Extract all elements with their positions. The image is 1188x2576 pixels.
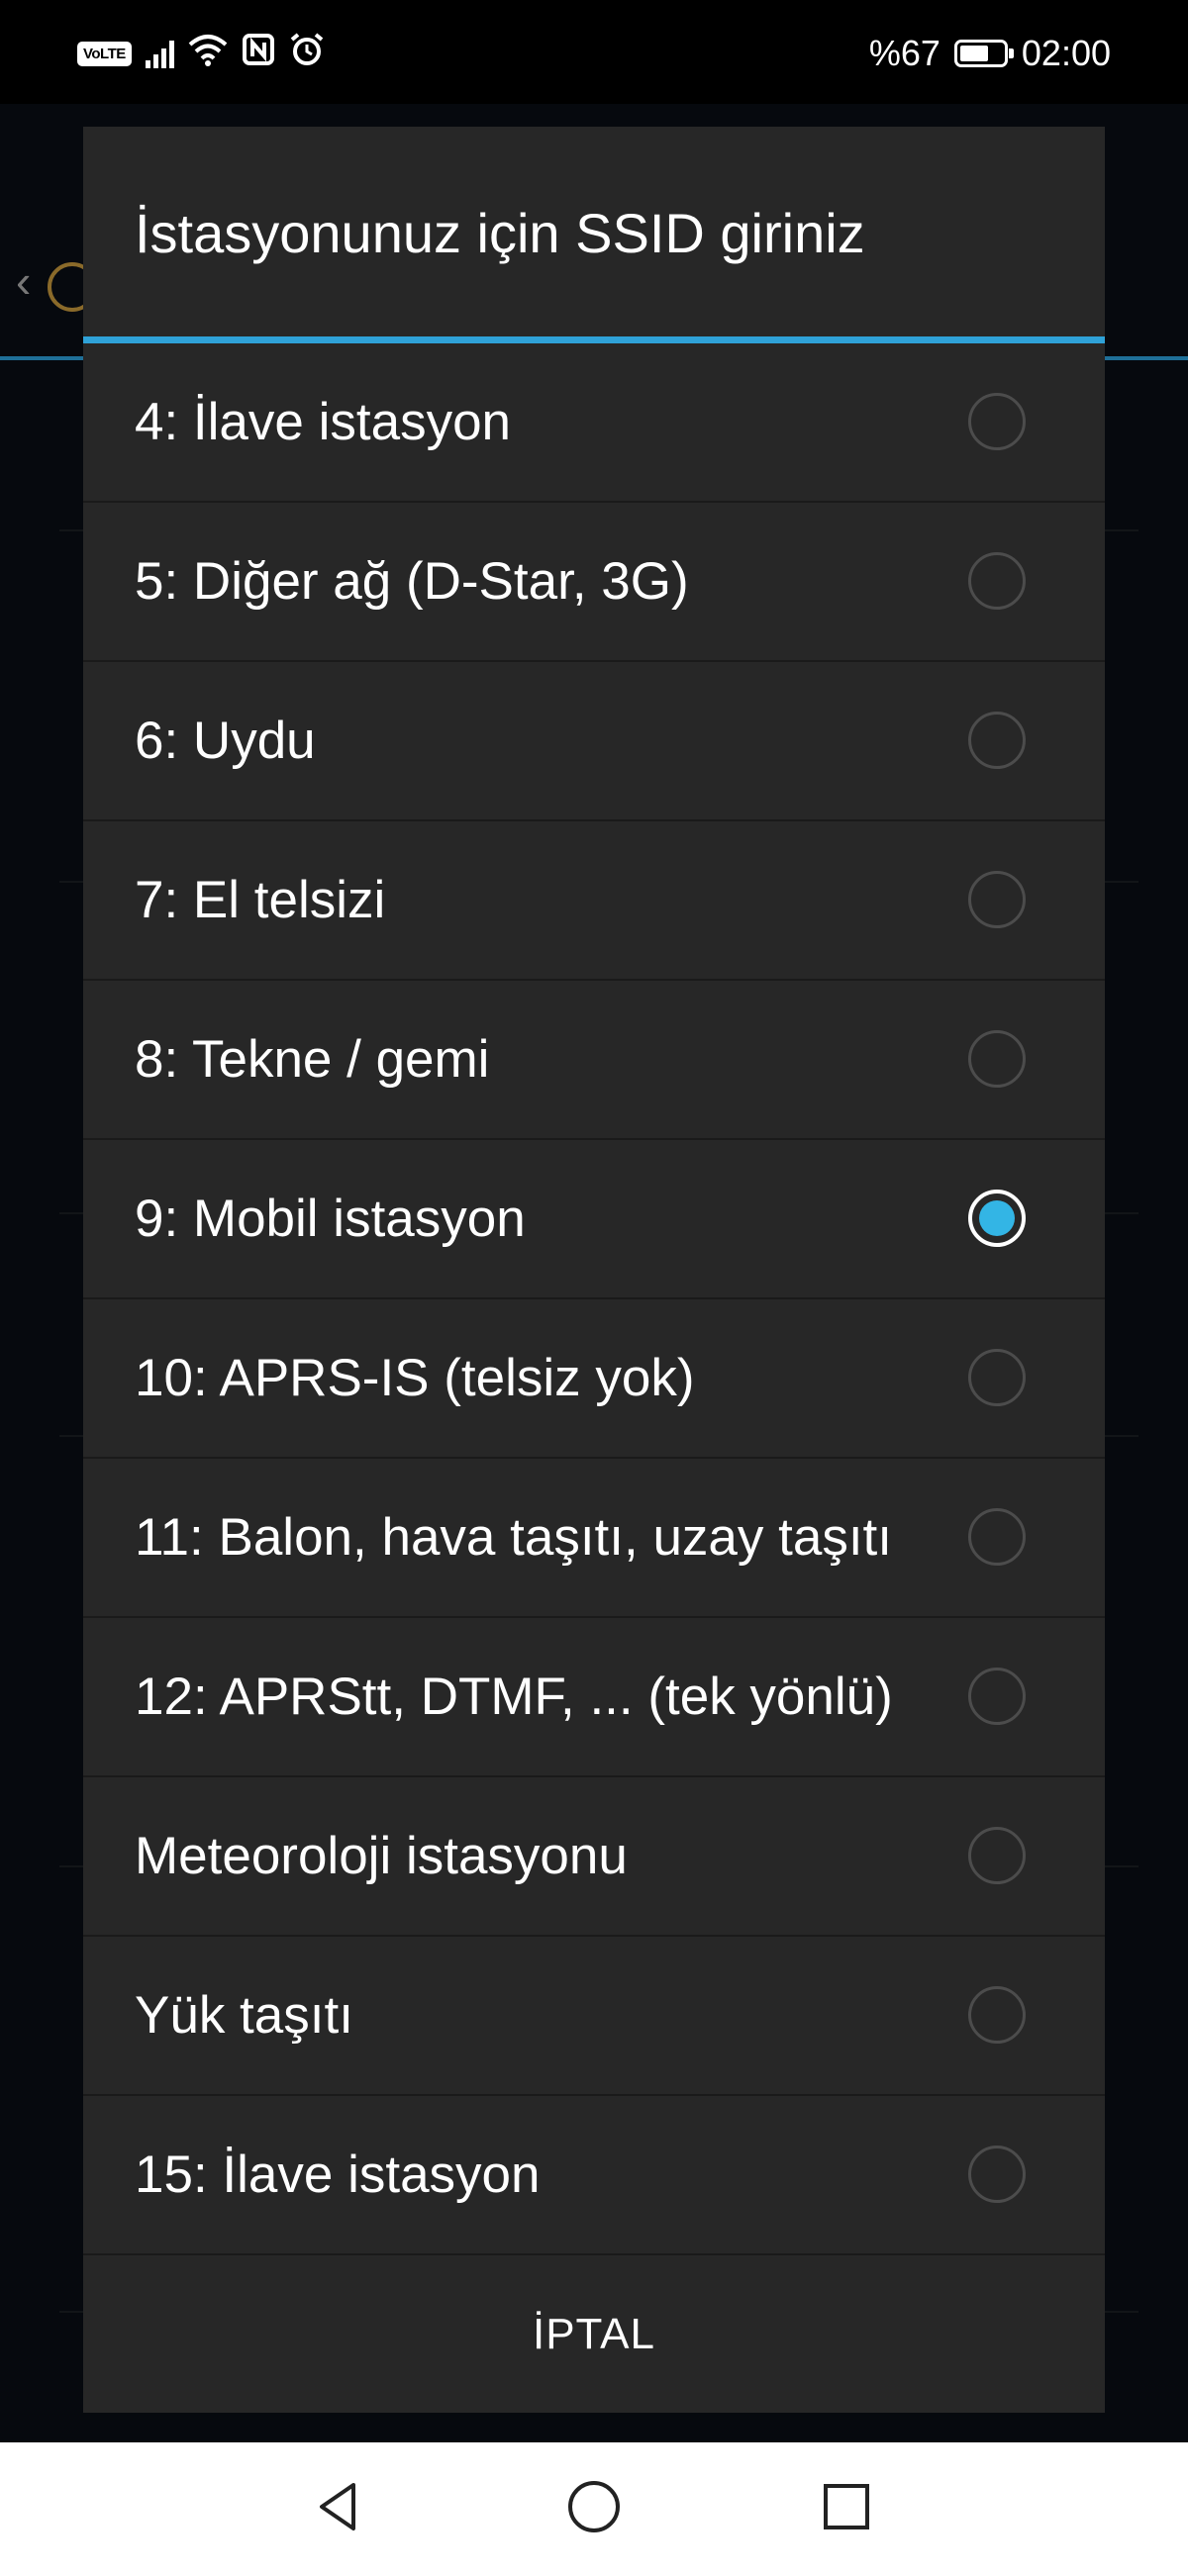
- options-list: 4: İlave istasyon 5: Diğer ağ (D-Star, 3G…: [83, 343, 1105, 2255]
- option-item[interactable]: 11: Balon, hava taşıtı, uzay taşıtı: [83, 1459, 1105, 1618]
- option-item[interactable]: 7: El telsizi: [83, 821, 1105, 981]
- radio-unselected-icon[interactable]: [968, 1030, 1026, 1088]
- radio-selected-icon[interactable]: [968, 1190, 1026, 1247]
- radio-unselected-icon[interactable]: [968, 871, 1026, 928]
- option-label: 11: Balon, hava taşıtı, uzay taşıtı: [135, 1507, 893, 1567]
- battery-percent: %67: [868, 33, 940, 73]
- volte-icon: VoLTE: [77, 41, 132, 66]
- radio-unselected-icon[interactable]: [968, 552, 1026, 610]
- option-label: 15: İlave istasyon: [135, 2145, 541, 2204]
- option-label: 10: APRS-IS (telsiz yok): [135, 1348, 695, 1407]
- option-item[interactable]: 6: Uydu: [83, 662, 1105, 821]
- title-divider: [83, 336, 1105, 343]
- option-label: Meteoroloji istasyonu: [135, 1826, 628, 1885]
- nav-back-button[interactable]: [295, 2462, 384, 2551]
- option-item[interactable]: 9: Mobil istasyon: [83, 1140, 1105, 1299]
- option-item[interactable]: 10: APRS-IS (telsiz yok): [83, 1299, 1105, 1459]
- radio-unselected-icon[interactable]: [968, 2146, 1026, 2203]
- option-item[interactable]: 15: İlave istasyon: [83, 2096, 1105, 2255]
- option-item[interactable]: Meteoroloji istasyonu: [83, 1777, 1105, 1937]
- signal-icon: [145, 39, 174, 68]
- option-item[interactable]: Yük taşıtı: [83, 1937, 1105, 2096]
- option-label: 4: İlave istasyon: [135, 392, 512, 451]
- option-label: 12: APRStt, DTMF, ... (tek yönlü): [135, 1667, 893, 1726]
- nfc-icon: [242, 33, 275, 75]
- option-item[interactable]: 4: İlave istasyon: [83, 343, 1105, 503]
- option-label: Yük taşıtı: [135, 1985, 353, 2045]
- radio-unselected-icon[interactable]: [968, 1508, 1026, 1566]
- option-label: 8: Tekne / gemi: [135, 1029, 490, 1089]
- option-label: 6: Uydu: [135, 711, 316, 770]
- radio-unselected-icon[interactable]: [968, 1986, 1026, 2044]
- battery-fill: [959, 46, 989, 61]
- status-icons-right: %67 02:00: [869, 30, 1111, 77]
- option-item[interactable]: 5: Diğer ağ (D-Star, 3G): [83, 503, 1105, 662]
- navigation-bar: [0, 2442, 1188, 2576]
- clock: 02:00: [1021, 33, 1111, 73]
- wifi-icon: [188, 33, 228, 75]
- option-label: 5: Diğer ağ (D-Star, 3G): [135, 551, 689, 611]
- radio-unselected-icon[interactable]: [968, 712, 1026, 769]
- ssid-dialog: İstasyonunuz için SSID giriniz 4: İlave …: [83, 127, 1105, 2413]
- home-icon: [568, 2481, 620, 2532]
- status-bar: VoLTE %67 02:00: [0, 0, 1188, 104]
- radio-unselected-icon[interactable]: [968, 1668, 1026, 1725]
- nav-home-button[interactable]: [549, 2462, 639, 2551]
- back-arrow-icon: ‹: [16, 255, 32, 307]
- dialog-title: İstasyonunuz için SSID giriniz: [135, 202, 865, 264]
- alarm-icon: [289, 32, 325, 76]
- radio-unselected-icon[interactable]: [968, 1827, 1026, 1884]
- option-item[interactable]: 8: Tekne / gemi: [83, 981, 1105, 1140]
- cancel-button[interactable]: İPTAL: [83, 2256, 1105, 2413]
- option-label: 7: El telsizi: [135, 870, 386, 929]
- option-item[interactable]: 12: APRStt, DTMF, ... (tek yönlü): [83, 1618, 1105, 1777]
- battery-icon: [953, 40, 1014, 67]
- nav-recents-button[interactable]: [802, 2462, 891, 2551]
- radio-unselected-icon[interactable]: [968, 393, 1026, 450]
- radio-unselected-icon[interactable]: [968, 1349, 1026, 1406]
- back-icon: [320, 2483, 355, 2530]
- recents-icon: [824, 2484, 869, 2529]
- status-icons-left: VoLTE: [77, 32, 325, 75]
- option-label: 9: Mobil istasyon: [135, 1189, 526, 1248]
